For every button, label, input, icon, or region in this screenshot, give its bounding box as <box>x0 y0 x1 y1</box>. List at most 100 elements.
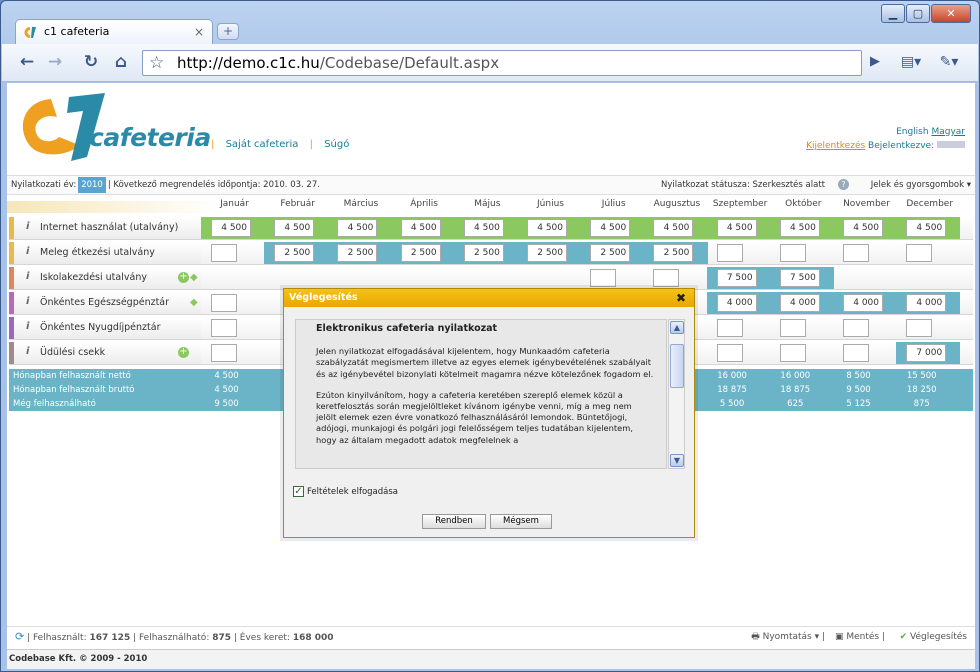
amount-input[interactable] <box>779 344 806 362</box>
lang-english[interactable]: English <box>896 127 929 137</box>
amount-input[interactable] <box>716 319 743 337</box>
lang-hungarian[interactable]: Magyar <box>931 127 965 137</box>
reload-button[interactable]: ↻ <box>78 51 104 75</box>
finalize-button[interactable]: ✔ Véglegesítés <box>900 627 967 647</box>
ok-button[interactable]: Rendben <box>422 514 486 529</box>
amount-input[interactable]: 2 500 <box>463 244 504 262</box>
add-icon[interactable]: + <box>178 272 189 283</box>
amount-input[interactable]: 4 000 <box>906 294 947 312</box>
amount-input[interactable]: 2 500 <box>400 244 441 262</box>
amount-input[interactable]: 4 500 <box>906 219 947 237</box>
save-button[interactable]: ▣ Mentés | <box>835 627 885 647</box>
forward-button[interactable]: → <box>42 51 68 75</box>
row-label: i Internet használat (utalvány) <box>9 217 201 239</box>
dialog-close-icon[interactable]: ✖ <box>676 289 686 307</box>
amount-input[interactable]: 4 000 <box>779 294 820 312</box>
logout-link[interactable]: Kijelentkezés <box>806 141 865 151</box>
amount-input[interactable]: 7 000 <box>906 344 947 362</box>
terms-scrollbar[interactable]: ▲ ▼ <box>668 319 685 469</box>
amount-input[interactable]: 4 500 <box>211 219 251 237</box>
totals-label: Még felhasználható <box>13 399 96 409</box>
tag-icon[interactable]: ◆ <box>190 272 198 283</box>
amount-input[interactable]: 2 500 <box>653 244 694 262</box>
info-icon[interactable]: i <box>26 346 29 357</box>
amount-input[interactable]: 4 500 <box>337 219 378 237</box>
scroll-thumb[interactable] <box>670 344 684 388</box>
logged-in-label: Bejelentkezve: <box>868 141 935 151</box>
wrench-menu-button[interactable]: ✎▾ <box>932 51 966 75</box>
new-tab-button[interactable]: + <box>217 23 239 40</box>
help-icon[interactable]: ? <box>838 179 849 190</box>
info-icon[interactable]: i <box>26 271 29 282</box>
amount-input[interactable] <box>211 294 237 312</box>
amount-input[interactable]: 4 000 <box>716 294 757 312</box>
info-icon[interactable]: i <box>26 321 29 332</box>
total-value: 16 000 <box>780 371 811 381</box>
amount-input[interactable]: 2 500 <box>274 244 315 262</box>
maximize-button[interactable]: ▢ <box>906 4 930 23</box>
address-bar[interactable]: ☆ http://demo.c1c.hu/Codebase/Default.as… <box>142 50 862 76</box>
amount-input[interactable]: 4 500 <box>716 219 757 237</box>
month-header: Április <box>410 199 438 209</box>
amount-input[interactable]: 4 500 <box>400 219 441 237</box>
amount-input[interactable] <box>843 244 869 262</box>
info-icon[interactable]: i <box>26 221 29 232</box>
amount-input[interactable] <box>211 344 237 362</box>
cancel-button[interactable]: Mégsem <box>490 514 552 529</box>
print-button[interactable]: 🖶 Nyomtatás ▾ | <box>751 627 825 647</box>
page-menu-button[interactable]: ▤▾ <box>894 51 928 75</box>
legend-menu[interactable]: Jelek és gyorsgombok ▾ <box>871 176 971 194</box>
amount-input[interactable]: 4 500 <box>463 219 504 237</box>
back-button[interactable]: ← <box>14 51 40 75</box>
close-button[interactable]: ✕ <box>931 4 971 23</box>
amount-input[interactable] <box>843 319 869 337</box>
totals-label: Hónapban felhasznált nettó <box>13 371 131 381</box>
amount-input[interactable]: 7 500 <box>716 269 757 287</box>
amount-input[interactable] <box>906 244 933 262</box>
amount-input[interactable] <box>906 319 933 337</box>
tag-icon[interactable]: ◆ <box>190 297 198 308</box>
amount-input[interactable]: 2 500 <box>527 244 567 262</box>
year-selector[interactable]: 2010 <box>78 176 106 193</box>
bookmark-star-icon[interactable]: ☆ <box>149 51 164 75</box>
refresh-icon[interactable]: ⟳ <box>15 630 24 643</box>
scroll-up-icon[interactable]: ▲ <box>670 321 684 334</box>
link-help[interactable]: Súgó <box>324 139 349 150</box>
amount-input[interactable]: 4 500 <box>653 219 694 237</box>
amount-input[interactable]: 4 500 <box>527 219 567 237</box>
available-value: 875 <box>212 633 232 643</box>
accept-terms-checkbox[interactable]: ✓ Feltételek elfogadása <box>293 486 398 497</box>
amount-input[interactable] <box>590 269 617 287</box>
amount-input[interactable]: 4 500 <box>590 219 631 237</box>
tab-close-icon[interactable]: × <box>194 25 204 39</box>
amount-input[interactable]: 7 500 <box>779 269 820 287</box>
amount-input[interactable] <box>716 244 743 262</box>
info-icon[interactable]: i <box>26 246 29 257</box>
amount-input[interactable]: 4 000 <box>843 294 883 312</box>
amount-input[interactable]: 4 500 <box>779 219 820 237</box>
amount-input[interactable]: 2 500 <box>590 244 631 262</box>
amount-input[interactable] <box>211 244 237 262</box>
go-button[interactable]: ▶ <box>864 51 886 75</box>
info-icon[interactable]: i <box>26 296 29 307</box>
terms-text-area[interactable]: Elektronikus cafeteria nyilatkozat Jelen… <box>295 319 667 469</box>
info-bar: Nyilatkozati év: 2010 | Következő megrende… <box>7 175 975 195</box>
home-button[interactable]: ⌂ <box>108 51 134 75</box>
minimize-button[interactable]: ▁ <box>881 4 905 23</box>
month-header: Július <box>601 199 626 209</box>
link-own-cafeteria[interactable]: Saját cafeteria <box>226 139 299 150</box>
total-value: 9 500 <box>846 385 871 395</box>
amount-input[interactable] <box>211 319 237 337</box>
amount-input[interactable] <box>653 269 680 287</box>
scroll-down-icon[interactable]: ▼ <box>670 454 684 467</box>
amount-input[interactable] <box>779 319 806 337</box>
checkbox-check-icon[interactable]: ✓ <box>293 486 304 497</box>
amount-input[interactable]: 4 500 <box>843 219 883 237</box>
browser-tab[interactable]: c1 cafeteria × <box>15 19 213 44</box>
amount-input[interactable] <box>779 244 806 262</box>
amount-input[interactable] <box>843 344 869 362</box>
amount-input[interactable]: 2 500 <box>337 244 378 262</box>
amount-input[interactable]: 4 500 <box>274 219 315 237</box>
amount-input[interactable] <box>716 344 743 362</box>
add-icon[interactable]: + <box>178 347 189 358</box>
